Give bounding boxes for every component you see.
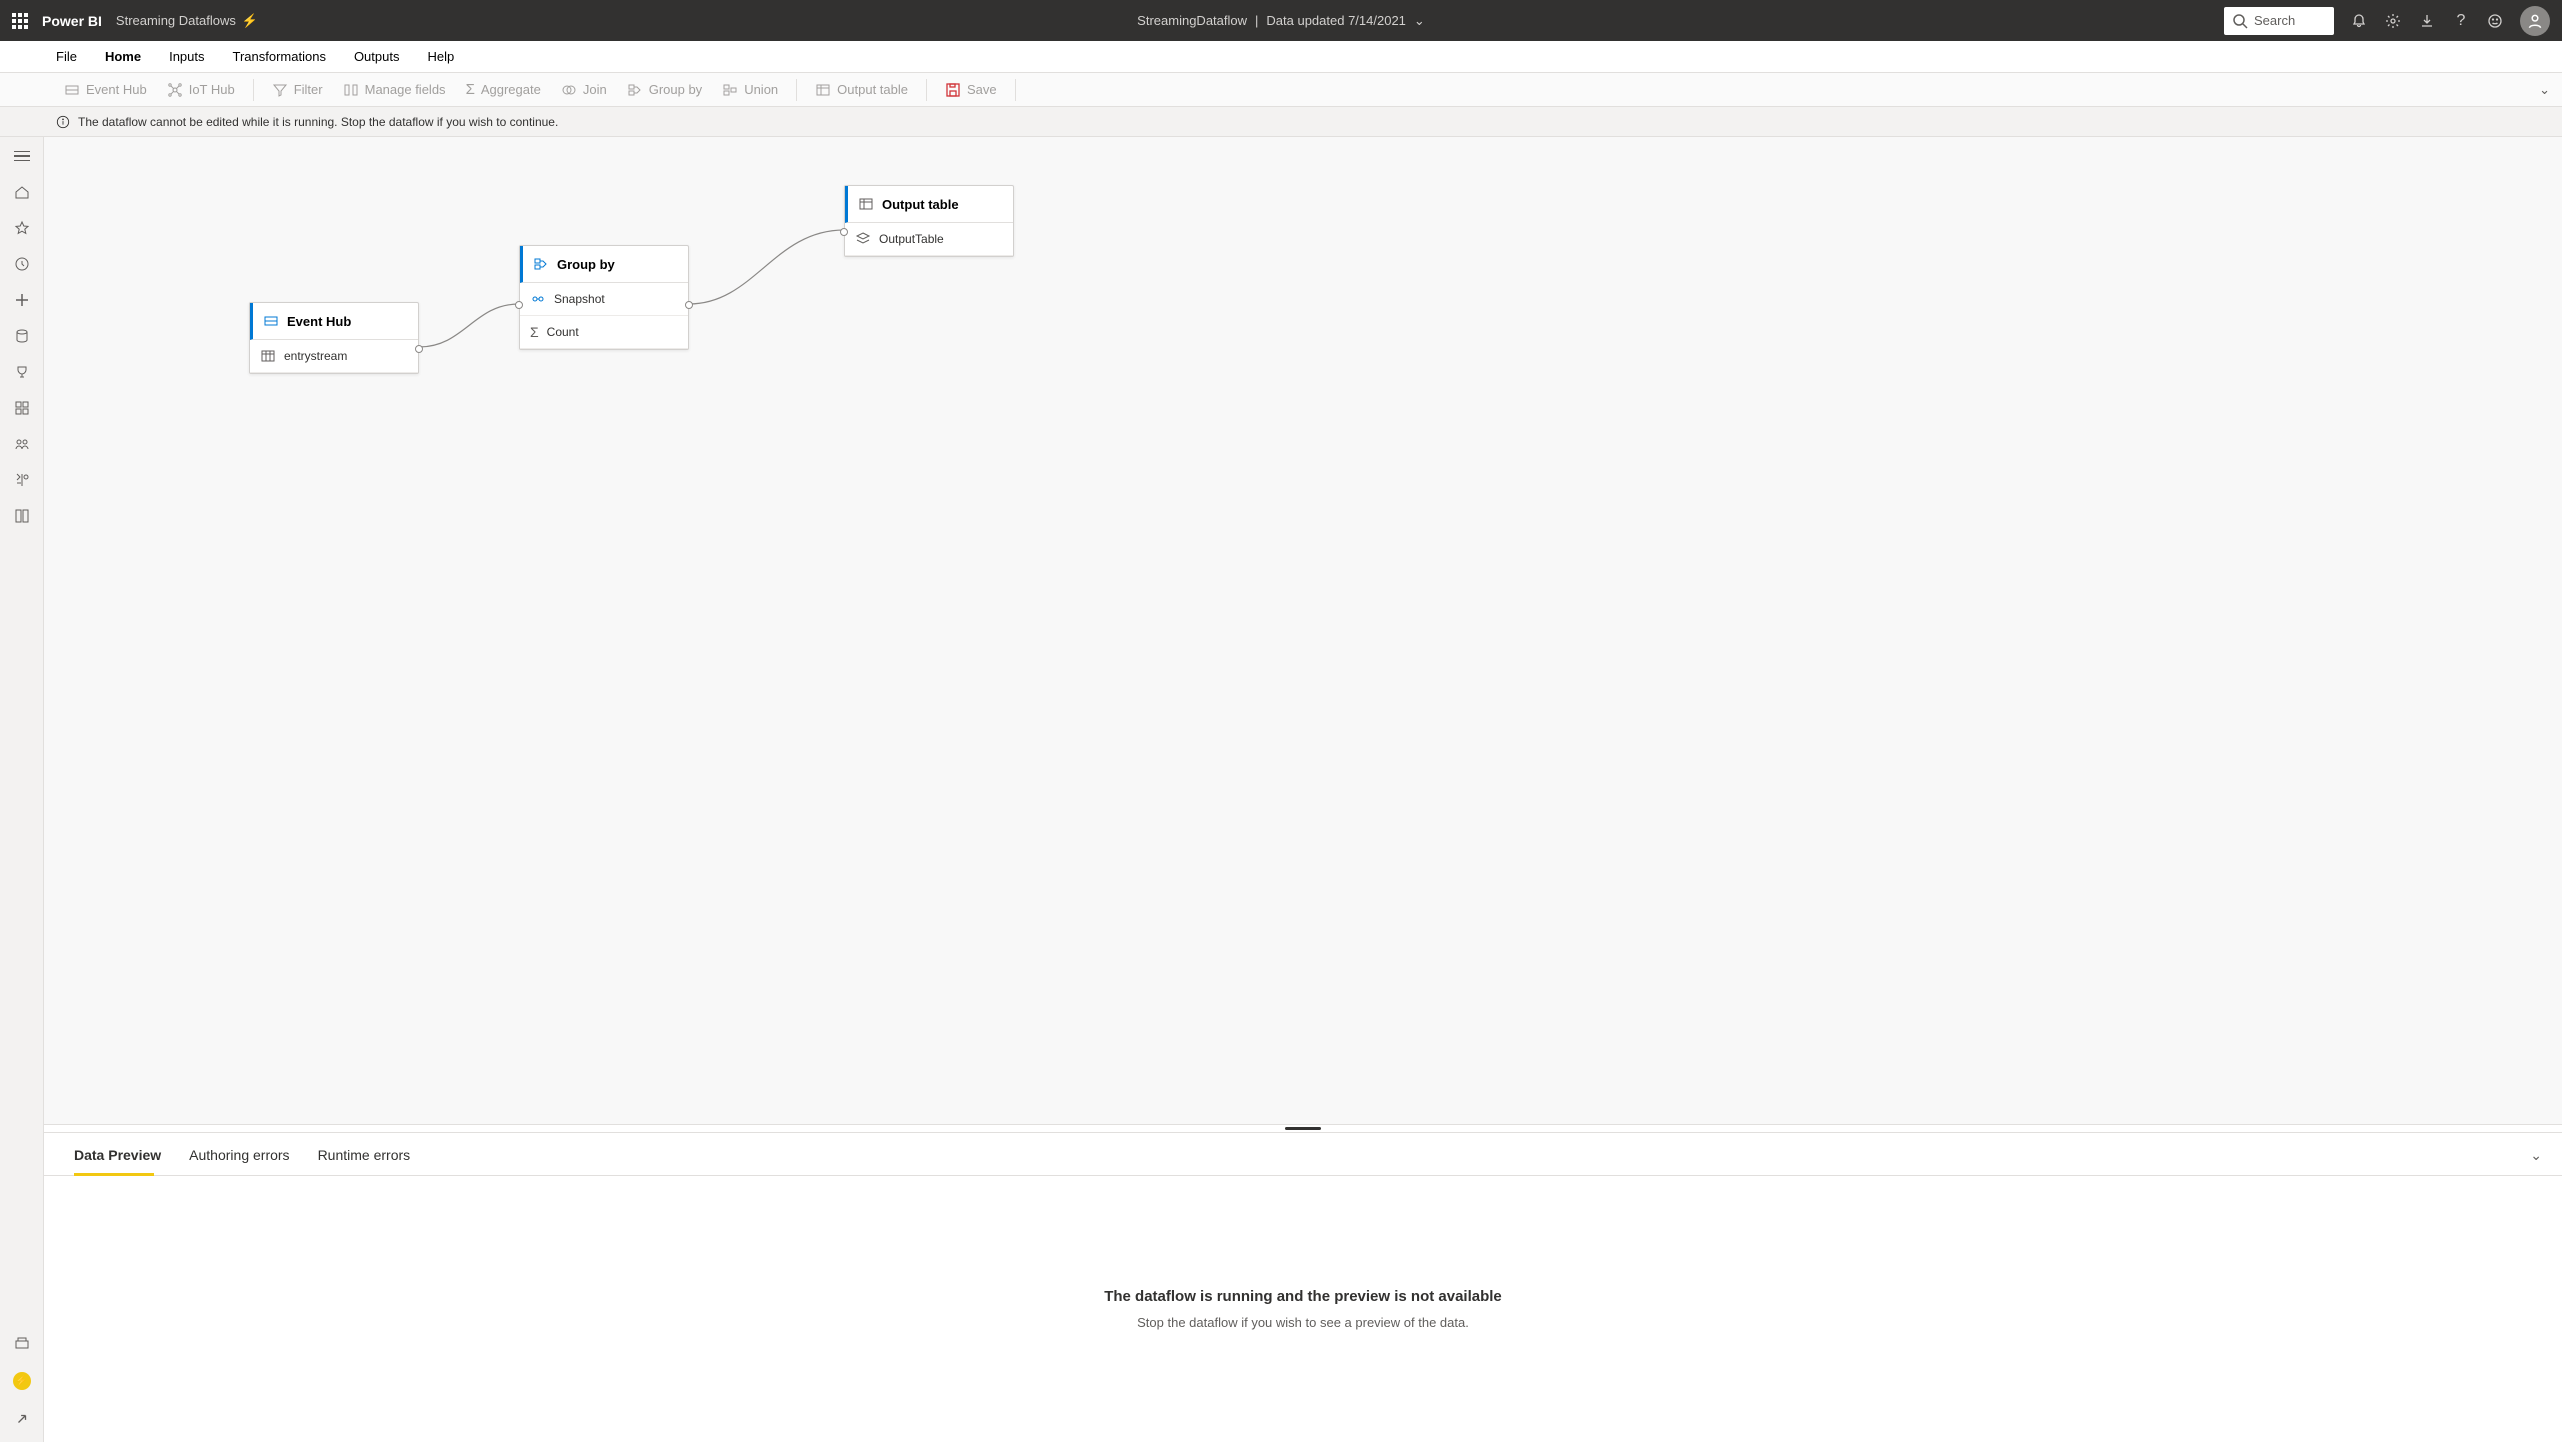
ribbon-join[interactable]: Join: [553, 78, 615, 102]
feedback-icon[interactable]: [2486, 12, 2504, 30]
menu-home[interactable]: Home: [105, 43, 141, 70]
input-port[interactable]: [840, 228, 848, 236]
nav-expand-icon[interactable]: [13, 1410, 31, 1428]
download-icon[interactable]: [2418, 12, 2436, 30]
help-icon[interactable]: ?: [2452, 12, 2470, 30]
empty-state-subtitle: Stop the dataflow if you wish to see a p…: [1137, 1315, 1469, 1330]
nav-workspace-selector[interactable]: ⚡: [13, 1372, 31, 1390]
nav-learn-icon[interactable]: [13, 471, 31, 489]
menu-inputs[interactable]: Inputs: [169, 43, 204, 70]
node-event-hub[interactable]: Event Hub entrystream: [249, 302, 419, 374]
node-title: Event Hub: [287, 314, 351, 329]
nav-datasets-icon[interactable]: [13, 327, 31, 345]
ribbon-union[interactable]: Union: [714, 78, 786, 102]
output-port[interactable]: [415, 345, 423, 353]
menu-file[interactable]: File: [56, 43, 77, 70]
ribbon-collapse-icon[interactable]: ⌄: [2539, 82, 2550, 98]
nav-apps-icon[interactable]: [13, 399, 31, 417]
node-group-by[interactable]: Group by Snapshot Σ Count: [519, 245, 689, 350]
menu-help[interactable]: Help: [427, 43, 454, 70]
workspace-label: Streaming Dataflows ⚡: [116, 13, 258, 29]
empty-state-title: The dataflow is running and the preview …: [1104, 1288, 1502, 1305]
ribbon-filter[interactable]: Filter: [264, 78, 331, 102]
tab-data-preview[interactable]: Data Preview: [74, 1147, 161, 1175]
ribbon-save[interactable]: Save: [937, 78, 1005, 102]
diagram-canvas[interactable]: Event Hub entrystream Group by Snapshot …: [44, 137, 2562, 1124]
nav-workspaces-icon[interactable]: [13, 507, 31, 525]
ribbon-group-by[interactable]: Group by: [619, 78, 710, 102]
search-placeholder: Search: [2254, 13, 2295, 28]
node-field: Count: [547, 325, 579, 339]
chevron-down-icon[interactable]: ⌄: [1414, 13, 1425, 29]
input-port[interactable]: [515, 301, 523, 309]
snapshot-icon: [530, 291, 546, 307]
nav-create-icon[interactable]: [13, 291, 31, 309]
event-hub-icon: [263, 313, 279, 329]
panel-resize-handle[interactable]: [44, 1124, 2562, 1132]
info-bar: The dataflow cannot be edited while it i…: [0, 107, 2562, 137]
panel-body: The dataflow is running and the preview …: [44, 1176, 2562, 1442]
menu-bar: File Home Inputs Transformations Outputs…: [0, 41, 2562, 73]
table-icon: [260, 348, 276, 364]
ribbon: Event Hub IoT Hub Filter Manage fields Σ…: [0, 73, 2562, 107]
nav-shared-icon[interactable]: [13, 435, 31, 453]
node-title: Output table: [882, 197, 959, 212]
panel-collapse-icon[interactable]: ⌄: [2530, 1147, 2542, 1164]
layers-icon: [855, 231, 871, 247]
divider: |: [1255, 13, 1258, 28]
lightning-icon: ⚡: [242, 13, 258, 29]
notifications-icon[interactable]: [2350, 12, 2368, 30]
output-table-icon: [858, 196, 874, 212]
group-by-icon: [533, 256, 549, 272]
info-icon: [56, 115, 70, 129]
nav-goals-icon[interactable]: [13, 363, 31, 381]
ribbon-manage-fields[interactable]: Manage fields: [335, 78, 454, 102]
settings-icon[interactable]: [2384, 12, 2402, 30]
tab-authoring-errors[interactable]: Authoring errors: [189, 1147, 289, 1175]
node-field: Snapshot: [554, 292, 605, 306]
node-output-table[interactable]: Output table OutputTable: [844, 185, 1014, 257]
nav-recent-icon[interactable]: [13, 255, 31, 273]
title-bar-center[interactable]: StreamingDataflow | Data updated 7/14/20…: [1137, 13, 1425, 29]
info-message: The dataflow cannot be edited while it i…: [78, 115, 558, 129]
workspace-name: Streaming Dataflows: [116, 13, 236, 28]
search-icon: [2232, 13, 2248, 29]
connector-wires: [44, 137, 2562, 1124]
nav-home-icon[interactable]: [13, 183, 31, 201]
search-input[interactable]: Search: [2224, 7, 2334, 35]
brand-label: Power BI: [42, 13, 102, 29]
bottom-panel: Data Preview Authoring errors Runtime er…: [44, 1132, 2562, 1442]
nav-pipelines-icon[interactable]: [13, 1334, 31, 1352]
tab-runtime-errors[interactable]: Runtime errors: [318, 1147, 411, 1175]
ribbon-output-table[interactable]: Output table: [807, 78, 916, 102]
nav-menu-toggle[interactable]: [13, 147, 31, 165]
left-nav: ⚡: [0, 137, 44, 1442]
node-field: entrystream: [284, 349, 347, 363]
menu-transformations[interactable]: Transformations: [233, 43, 326, 70]
top-right-actions: Search ?: [2224, 6, 2550, 36]
top-bar: Power BI Streaming Dataflows ⚡ Streaming…: [0, 0, 2562, 41]
ribbon-event-hub[interactable]: Event Hub: [56, 78, 155, 102]
nav-favorites-icon[interactable]: [13, 219, 31, 237]
updated-label: Data updated 7/14/2021: [1266, 13, 1406, 28]
menu-outputs[interactable]: Outputs: [354, 43, 400, 70]
app-launcher-icon[interactable]: [12, 13, 28, 29]
user-avatar[interactable]: [2520, 6, 2550, 36]
node-title: Group by: [557, 257, 615, 272]
output-port[interactable]: [685, 301, 693, 309]
ribbon-iot-hub[interactable]: IoT Hub: [159, 78, 243, 102]
dataflow-title: StreamingDataflow: [1137, 13, 1247, 28]
node-field: OutputTable: [879, 232, 944, 246]
ribbon-aggregate[interactable]: ΣAggregate: [458, 77, 549, 102]
sigma-icon: Σ: [530, 324, 539, 340]
